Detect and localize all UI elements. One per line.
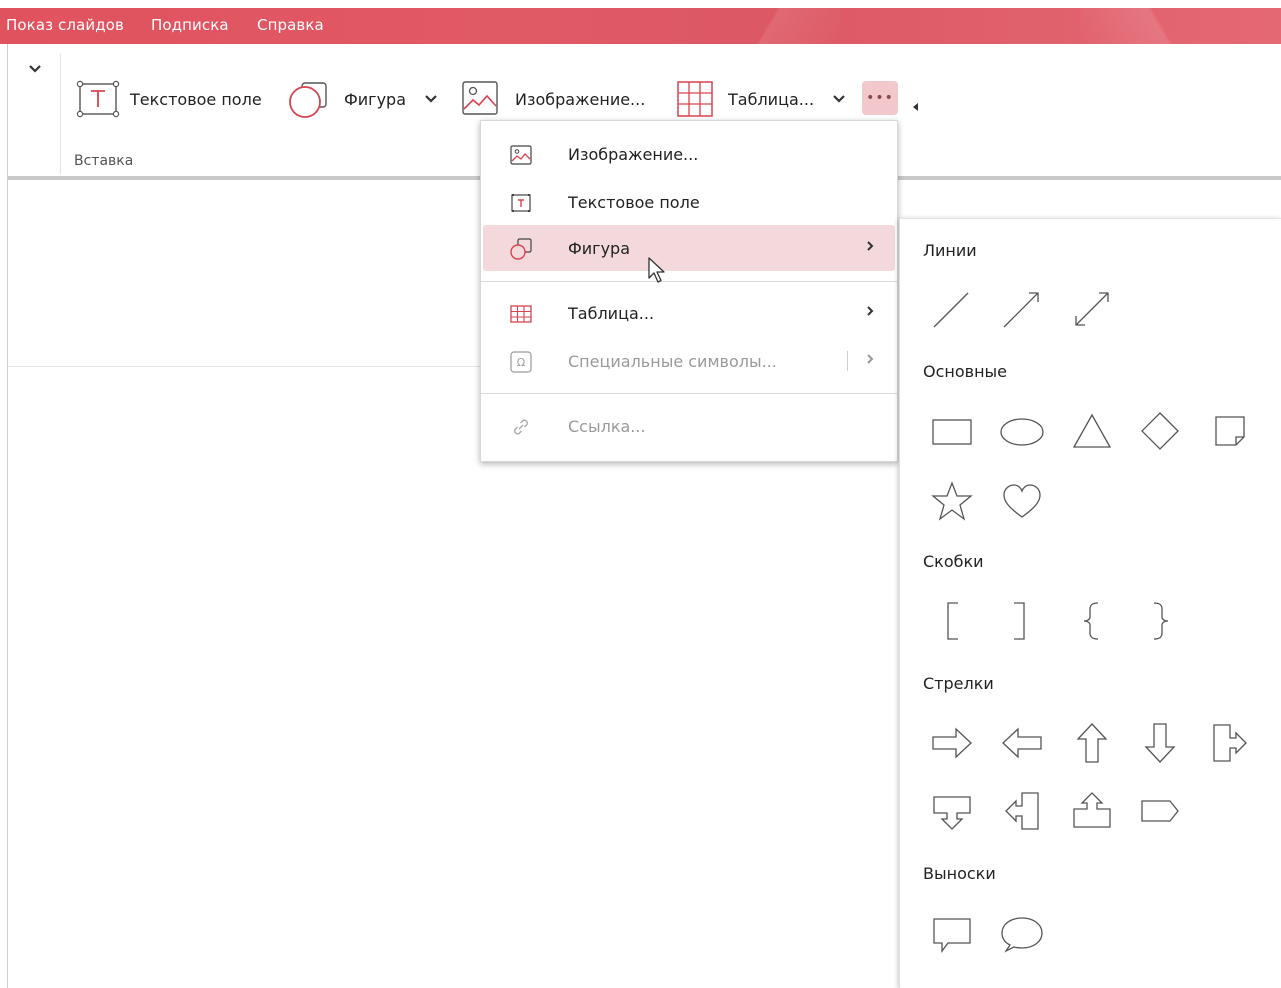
section-arrows-label: Стрелки <box>923 674 994 693</box>
image-button[interactable]: Изображение... <box>460 78 645 120</box>
collapse-ribbon-chevron-icon[interactable] <box>28 64 42 74</box>
section-basic-label: Основные <box>923 362 1008 381</box>
right-bracket-icon[interactable] <box>998 597 1046 645</box>
omega-icon: Ω <box>510 351 532 373</box>
menu-separator <box>481 281 897 282</box>
section-brackets-label: Скобки <box>923 552 984 571</box>
right-arrow-callout-icon[interactable] <box>1206 719 1254 767</box>
text-field-button[interactable]: Текстовое поле <box>76 78 262 120</box>
rectangle-icon[interactable] <box>928 407 976 455</box>
menu-item-table[interactable]: Таблица... <box>483 290 895 336</box>
menu-help[interactable]: Справка <box>257 16 324 34</box>
left-bracket-icon[interactable] <box>928 597 976 645</box>
menu-item-image[interactable]: Изображение... <box>483 131 895 177</box>
arrow-line-icon[interactable] <box>998 285 1046 333</box>
group-label-insert: Вставка <box>74 153 134 169</box>
down-arrow-icon[interactable] <box>1136 719 1184 767</box>
menu-item-label: Изображение... <box>568 144 699 164</box>
menu-item-label: Текстовое поле <box>568 192 700 212</box>
menu-separator <box>481 393 897 394</box>
slide-canvas-edge <box>8 366 483 367</box>
svg-text:Ω: Ω <box>517 356 525 369</box>
image-label: Изображение... <box>515 89 646 109</box>
double-arrow-line-icon[interactable] <box>1068 285 1116 333</box>
up-arrow-icon[interactable] <box>1068 719 1116 767</box>
menu-item-label: Специальные символы... <box>568 351 777 371</box>
mouse-cursor-icon <box>648 257 665 283</box>
table-button[interactable]: Таблица... <box>675 78 846 120</box>
rectangular-callout-icon[interactable] <box>928 909 976 957</box>
menu-item-text-field[interactable]: Текстовое поле <box>483 179 895 225</box>
shape-icon <box>510 238 532 260</box>
table-icon <box>510 305 532 323</box>
star-icon[interactable] <box>928 477 976 525</box>
section-lines-label: Линии <box>923 241 977 260</box>
menu-item-label: Таблица... <box>568 303 655 323</box>
menu-item-label: Ссылка... <box>568 416 646 436</box>
ellipse-icon[interactable] <box>998 407 1046 455</box>
chevron-right-icon <box>867 241 874 251</box>
heart-icon[interactable] <box>998 477 1046 525</box>
window-left-border <box>7 44 8 988</box>
shape-label: Фигура <box>344 89 407 109</box>
chevron-down-icon[interactable] <box>424 94 438 104</box>
menu-subscription[interactable]: Подписка <box>151 16 229 34</box>
text-box-icon <box>511 194 531 212</box>
menu-item-link[interactable]: Ссылка... <box>483 403 895 449</box>
menu-slideshow[interactable]: Показ слайдов <box>6 16 124 34</box>
shape-button[interactable]: Фигура <box>288 78 438 120</box>
image-icon <box>462 81 498 115</box>
text-field-label: Текстовое поле <box>130 89 262 109</box>
left-arrow-icon[interactable] <box>998 719 1046 767</box>
chevron-down-icon[interactable] <box>832 94 846 104</box>
left-brace-icon[interactable] <box>1068 597 1116 645</box>
right-arrow-icon[interactable] <box>928 719 976 767</box>
folded-corner-icon[interactable] <box>1206 407 1254 455</box>
menu-item-shape[interactable]: Фигура <box>483 225 895 271</box>
table-icon <box>677 81 713 117</box>
expand-left-icon[interactable] <box>913 103 919 111</box>
chevron-right-icon <box>867 306 874 316</box>
pentagon-arrow-icon[interactable] <box>1136 787 1184 835</box>
link-icon <box>514 419 528 435</box>
more-button[interactable]: ••• <box>862 81 898 115</box>
triangle-icon[interactable] <box>1068 407 1116 455</box>
menu-item-label: Фигура <box>568 238 631 258</box>
diamond-icon[interactable] <box>1136 407 1184 455</box>
menu-item-divider <box>847 351 848 371</box>
chevron-right-icon <box>867 354 874 364</box>
ribbon-separator <box>60 54 61 174</box>
left-arrow-callout-icon[interactable] <box>998 787 1046 835</box>
down-arrow-callout-icon[interactable] <box>928 787 976 835</box>
table-label: Таблица... <box>728 89 815 109</box>
oval-callout-icon[interactable] <box>998 909 1046 957</box>
right-brace-icon[interactable] <box>1136 597 1184 645</box>
image-icon <box>510 145 532 165</box>
shapes-submenu: Линии Основные Скобки Стрелки Выноски <box>899 218 1281 988</box>
line-icon[interactable] <box>928 285 976 333</box>
insert-dropdown-menu: Изображение... Текстовое поле Фигура Таб… <box>480 120 898 462</box>
shape-icon <box>289 82 327 118</box>
menu-bar: Показ слайдов Подписка Справка <box>0 8 1281 44</box>
text-box-icon <box>76 80 120 118</box>
section-callouts-label: Выноски <box>923 864 996 883</box>
up-arrow-callout-icon[interactable] <box>1068 787 1116 835</box>
menu-item-special-characters[interactable]: Ω Специальные символы... <box>483 338 895 384</box>
